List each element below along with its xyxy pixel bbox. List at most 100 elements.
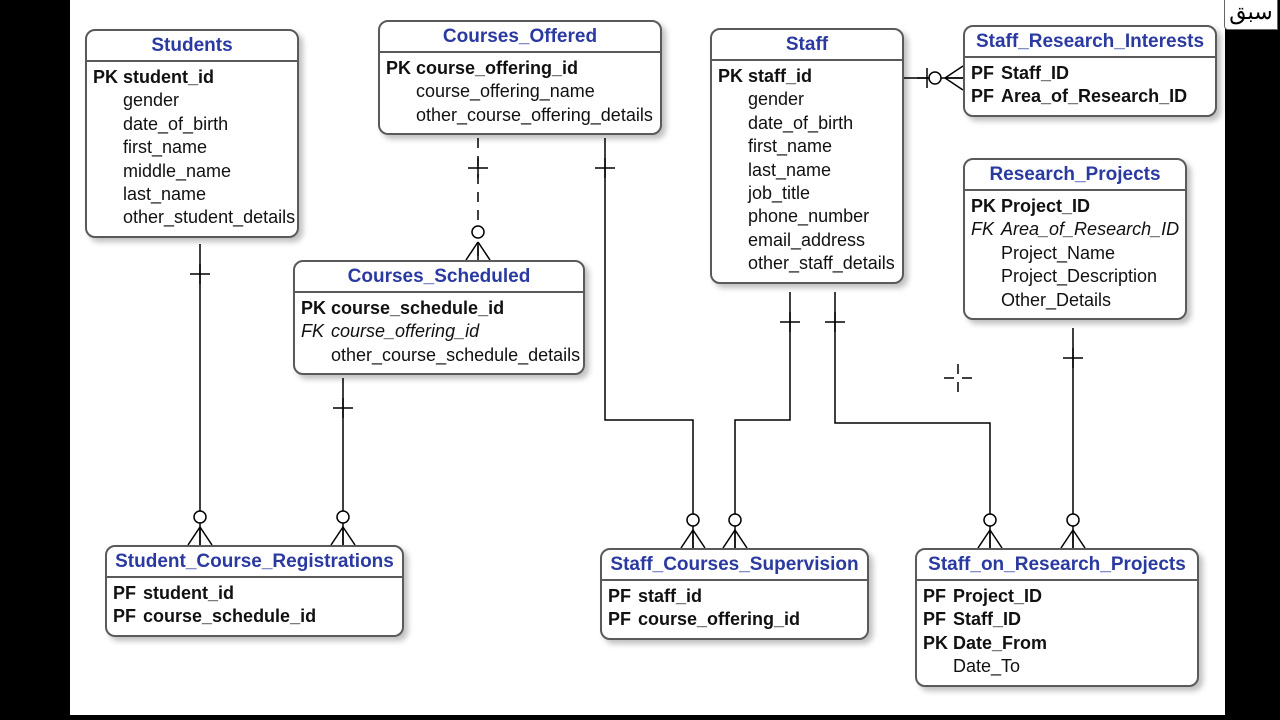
attribute-row: first_name: [93, 136, 291, 159]
attribute-name: Area_of_Research_ID: [1001, 218, 1179, 241]
attribute-row: PKstaff_id: [718, 65, 896, 88]
attribute-row: phone_number: [718, 205, 896, 228]
attribute-row: PKcourse_schedule_id: [301, 297, 577, 320]
entity-title: Courses_Scheduled: [295, 262, 583, 293]
attribute-row: other_student_details: [93, 206, 291, 229]
attribute-row: PKstudent_id: [93, 66, 291, 89]
attribute-row: other_staff_details: [718, 252, 896, 275]
attribute-name: email_address: [748, 229, 865, 252]
attribute-name: student_id: [143, 582, 234, 605]
attribute-name: gender: [748, 88, 804, 111]
attribute-name: Staff_ID: [1001, 62, 1069, 85]
entity-rows: PKcourse_offering_idcourse_offering_name…: [380, 53, 660, 133]
entity-student_course_registrations[interactable]: Student_Course_RegistrationsPFstudent_id…: [105, 545, 404, 637]
attribute-row: middle_name: [93, 160, 291, 183]
attribute-row: PFstudent_id: [113, 582, 396, 605]
attribute-row: PFcourse_schedule_id: [113, 605, 396, 628]
attribute-row: Project_Name: [971, 242, 1179, 265]
key-indicator: PF: [923, 608, 953, 631]
entity-research_projects[interactable]: Research_ProjectsPKProject_IDFKArea_of_R…: [963, 158, 1187, 320]
entity-title: Staff_on_Research_Projects: [917, 550, 1197, 581]
attribute-row: email_address: [718, 229, 896, 252]
attribute-row: PKDate_From: [923, 632, 1191, 655]
entity-title: Staff_Research_Interests: [965, 27, 1215, 58]
entity-rows: PFstaff_idPFcourse_offering_id: [602, 581, 867, 638]
entity-courses_scheduled[interactable]: Courses_ScheduledPKcourse_schedule_idFKc…: [293, 260, 585, 375]
attribute-name: student_id: [123, 66, 214, 89]
attribute-row: PFArea_of_Research_ID: [971, 85, 1209, 108]
attribute-row: last_name: [93, 183, 291, 206]
attribute-row: job_title: [718, 182, 896, 205]
attribute-name: other_staff_details: [748, 252, 895, 275]
attribute-name: course_offering_id: [638, 608, 800, 631]
key-indicator: PF: [971, 62, 1001, 85]
attribute-name: other_course_offering_details: [416, 104, 653, 127]
attribute-row: course_offering_name: [386, 80, 654, 103]
attribute-row: PFcourse_offering_id: [608, 608, 861, 631]
entity-courses_offered[interactable]: Courses_OfferedPKcourse_offering_idcours…: [378, 20, 662, 135]
attribute-name: phone_number: [748, 205, 869, 228]
entity-rows: PKcourse_schedule_idFKcourse_offering_id…: [295, 293, 583, 373]
entity-rows: PFStaff_IDPFArea_of_Research_ID: [965, 58, 1215, 115]
er-diagram-canvas: StudentsPKstudent_idgenderdate_of_birthf…: [70, 0, 1225, 715]
entity-title: Staff: [712, 30, 902, 61]
attribute-name: first_name: [748, 135, 832, 158]
key-indicator: PK: [301, 297, 331, 320]
entity-rows: PKstudent_idgenderdate_of_birthfirst_nam…: [87, 62, 297, 236]
attribute-row: FKArea_of_Research_ID: [971, 218, 1179, 241]
key-indicator: PF: [608, 585, 638, 608]
attribute-name: Date_From: [953, 632, 1047, 655]
attribute-name: Project_Name: [1001, 242, 1115, 265]
attribute-name: last_name: [748, 159, 831, 182]
entity-title: Students: [87, 31, 297, 62]
attribute-name: staff_id: [638, 585, 702, 608]
attribute-row: first_name: [718, 135, 896, 158]
key-indicator: PF: [923, 585, 953, 608]
entity-staff_research_interests[interactable]: Staff_Research_InterestsPFStaff_IDPFArea…: [963, 25, 1217, 117]
attribute-name: date_of_birth: [123, 113, 228, 136]
attribute-name: other_course_schedule_details: [331, 344, 580, 367]
key-indicator: PK: [386, 57, 416, 80]
key-indicator: PF: [113, 582, 143, 605]
key-indicator: PF: [971, 85, 1001, 108]
entity-staff_courses_supervision[interactable]: Staff_Courses_SupervisionPFstaff_idPFcou…: [600, 548, 869, 640]
key-indicator: PK: [93, 66, 123, 89]
attribute-name: first_name: [123, 136, 207, 159]
attribute-row: PFstaff_id: [608, 585, 861, 608]
watermark: سبق: [1224, 0, 1278, 30]
entity-rows: PFProject_IDPFStaff_IDPKDate_FromDate_To: [917, 581, 1197, 685]
attribute-name: course_offering_name: [416, 80, 595, 103]
attribute-row: PFStaff_ID: [971, 62, 1209, 85]
entity-title: Staff_Courses_Supervision: [602, 550, 867, 581]
attribute-row: Other_Details: [971, 289, 1179, 312]
entity-rows: PKProject_IDFKArea_of_Research_IDProject…: [965, 191, 1185, 318]
key-indicator: FK: [971, 218, 1001, 241]
attribute-name: Date_To: [953, 655, 1020, 678]
attribute-name: other_student_details: [123, 206, 295, 229]
attribute-name: gender: [123, 89, 179, 112]
attribute-name: Project_Description: [1001, 265, 1157, 288]
attribute-row: date_of_birth: [718, 112, 896, 135]
attribute-row: PKProject_ID: [971, 195, 1179, 218]
attribute-name: Staff_ID: [953, 608, 1021, 631]
attribute-row: PKcourse_offering_id: [386, 57, 654, 80]
attribute-row: Project_Description: [971, 265, 1179, 288]
attribute-name: job_title: [748, 182, 810, 205]
attribute-row: PFStaff_ID: [923, 608, 1191, 631]
attribute-name: staff_id: [748, 65, 812, 88]
attribute-row: Date_To: [923, 655, 1191, 678]
entity-staff_on_research_projects[interactable]: Staff_on_Research_ProjectsPFProject_IDPF…: [915, 548, 1199, 687]
attribute-name: course_schedule_id: [143, 605, 316, 628]
attribute-name: middle_name: [123, 160, 231, 183]
attribute-name: Other_Details: [1001, 289, 1111, 312]
entity-title: Courses_Offered: [380, 22, 660, 53]
attribute-name: course_offering_id: [416, 57, 578, 80]
entity-staff[interactable]: Staff PKstaff_idgenderdate_of_birthfirst_…: [710, 28, 904, 284]
attribute-row: gender: [93, 89, 291, 112]
attribute-row: gender: [718, 88, 896, 111]
attribute-name: course_schedule_id: [331, 297, 504, 320]
key-indicator: PK: [971, 195, 1001, 218]
entity-students[interactable]: StudentsPKstudent_idgenderdate_of_birthf…: [85, 29, 299, 238]
key-indicator: PK: [923, 632, 953, 655]
attribute-row: date_of_birth: [93, 113, 291, 136]
